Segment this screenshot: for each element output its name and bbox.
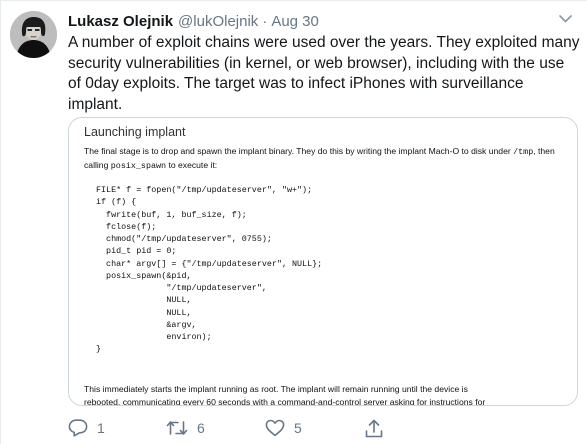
doc-paragraph-text: to execute it: [166,160,218,170]
code-line: NULL, [96,295,192,306]
reply-button[interactable]: 1 [68,419,105,437]
tweet[interactable]: Lukasz Olejnik @lukOlejnik · Aug 30 A nu… [0,0,587,444]
doc-heading: Launching implant [84,125,186,139]
retweet-icon [166,421,188,435]
tweet-actions: 1 6 5 [68,419,578,441]
share-button[interactable] [364,419,384,439]
inline-code-posix-spawn: posix_spawn [110,161,167,171]
code-line: posix_spawn(&pid, [96,270,192,281]
reply-icon [68,419,88,437]
doc-paragraph-bottom: This immediately starts the implant runn… [84,383,564,406]
attached-image[interactable]: Launching implant The final stage is to … [68,117,578,406]
code-line: fclose(f); [96,221,157,232]
retweet-count: 6 [197,420,205,436]
code-line: fwrite(buf, 1, buf_size, f); [96,209,247,220]
code-line: environ); [96,332,212,342]
code-line: char* argv[] = {"/tmp/updateserver", NUL… [96,258,323,269]
like-button[interactable]: 5 [265,419,302,437]
avatar[interactable] [10,11,57,58]
doc-paragraph-text: The final stage is to drop and spawn the… [84,146,514,156]
code-line: } [96,344,102,355]
like-count: 5 [294,420,302,436]
code-line: "/tmp/updateserver", [96,283,267,293]
tweet-date[interactable]: Aug 30 [271,13,319,30]
inline-code-tmp: /tmp [513,147,534,157]
separator-dot: · [262,12,268,30]
doc-paragraph: The final stage is to drop and spawn the… [84,145,559,173]
share-icon [365,419,383,438]
code-line: NULL, [96,307,192,318]
tweet-header: Lukasz Olejnik @lukOlejnik · Aug 30 [68,11,319,31]
tweet-text: A number of exploit chains were used ove… [68,34,580,113]
code-line: if (f) { [96,197,137,208]
retweet-button[interactable]: 6 [166,419,205,437]
avatar-photo [10,11,57,58]
code-line: FILE* f = fopen("/tmp/updateserver", "w+… [96,185,313,195]
code-line: &argv, [96,319,197,330]
left-border [0,1,1,444]
code-line: chmod("/tmp/updateserver", 0755); [96,234,272,244]
author-handle[interactable]: @lukOlejnik [178,13,258,30]
reply-count: 1 [97,420,105,436]
chevron-down-icon[interactable] [555,9,575,29]
author-name[interactable]: Lukasz Olejnik [68,13,173,30]
heart-icon [265,419,285,437]
doc-bottom-line: rebooted, communicating every 60 seconds… [84,397,486,406]
code-line: pid_t pid = 0; [96,246,177,257]
doc-bottom-line: This immediately starts the implant runn… [84,384,468,394]
code-block: FILE* f = fopen("/tmp/updateserver", "w+… [96,184,322,356]
